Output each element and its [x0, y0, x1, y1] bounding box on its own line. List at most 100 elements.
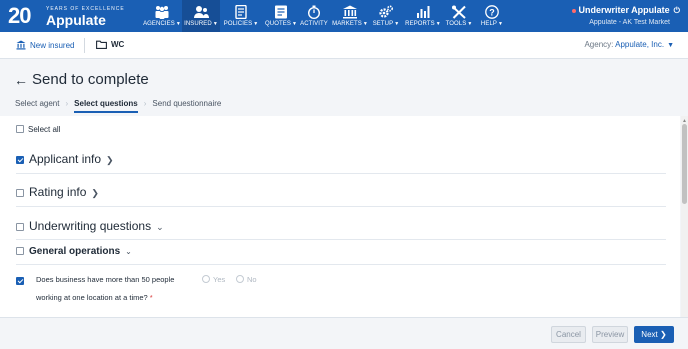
step-select-questions[interactable]: Select questions — [74, 99, 138, 113]
gear-icon — [379, 5, 394, 18]
next-button[interactable]: Next ❯ — [634, 326, 674, 343]
user-menu[interactable]: Underwriter Appulate ⏻ Appulate - AK Test… — [572, 5, 680, 28]
divider — [16, 264, 666, 265]
radio-circle — [202, 275, 210, 283]
select-all-label: Select all — [28, 125, 61, 134]
user-subtitle: Appulate - AK Test Market — [589, 19, 670, 26]
chevron-down-icon: ▼ — [467, 21, 473, 27]
section-applicant-info[interactable]: Applicant info ❯ — [16, 152, 114, 166]
question-line-1: Does business have more than 50 people — [36, 275, 175, 284]
required-marker: * — [149, 293, 153, 302]
radio-yes[interactable]: Yes — [202, 275, 225, 284]
new-insured-link[interactable]: New insured — [16, 40, 74, 50]
policy-label: WC — [111, 40, 125, 49]
radio-label: No — [247, 275, 257, 284]
help-icon: ? — [485, 5, 499, 19]
radio-no[interactable]: No — [236, 275, 257, 284]
quotes-icon — [275, 5, 287, 19]
nav-label: TOOLS — [445, 21, 467, 27]
applicant-info-checkbox[interactable] — [16, 156, 24, 164]
agencies-icon — [155, 6, 169, 19]
select-all[interactable]: Select all — [16, 125, 60, 134]
chevron-down-icon[interactable]: ⌄ — [125, 247, 132, 256]
chevron-down-icon[interactable]: ⌄ — [156, 222, 164, 232]
cancel-button[interactable]: Cancel — [551, 326, 586, 343]
underwriting-questions-checkbox[interactable] — [16, 223, 24, 231]
policy-folder[interactable]: WC — [96, 40, 124, 49]
step-select-agent[interactable]: Select agent — [15, 99, 59, 113]
back-arrow-icon[interactable]: ← — [14, 72, 28, 88]
markets-icon — [343, 5, 357, 19]
question-line-2: working at one location at a time? — [36, 293, 148, 302]
nav-label: POLICIES — [223, 21, 253, 27]
divider — [84, 38, 85, 53]
nav-label: MARKETS — [332, 21, 362, 27]
svg-text:?: ? — [489, 8, 495, 18]
activity-icon — [308, 5, 320, 19]
nav-quotes[interactable]: QUOTES▼ — [262, 0, 300, 32]
section-label: Rating info — [29, 185, 87, 199]
power-icon[interactable]: ⏻ — [674, 5, 680, 16]
nav-tools[interactable]: TOOLS▼ — [444, 0, 474, 32]
chevron-down-icon: ▼ — [253, 21, 259, 27]
divider — [16, 206, 666, 207]
chevron-down-icon: ▼ — [362, 21, 368, 27]
nav-policies[interactable]: POLICIES▼ — [222, 0, 260, 32]
rating-info-checkbox[interactable] — [16, 189, 24, 197]
chevron-down-icon: ▼ — [212, 21, 218, 27]
section-rating-info[interactable]: Rating info ❯ — [16, 185, 99, 199]
page-title: Send to complete — [32, 71, 149, 88]
nav-insured[interactable]: INSURED▼ — [182, 0, 220, 32]
nav-reports[interactable]: REPORTS▼ — [404, 0, 442, 32]
tools-icon — [452, 5, 466, 19]
next-label: Next — [641, 330, 658, 339]
nav-help[interactable]: ? HELP▼ — [478, 0, 506, 32]
general-operations-checkbox[interactable] — [16, 247, 24, 255]
radio-label: Yes — [213, 275, 226, 284]
nav-agencies[interactable]: AGENCIES▼ — [142, 0, 182, 32]
chevron-down-icon: ▼ — [291, 21, 297, 27]
page-header: ← Send to complete Select agent › Select q… — [0, 60, 688, 115]
notification-dot — [572, 8, 577, 13]
appulate-logo[interactable]: 20 YEARS OF EXCELLENCE Appulate — [8, 3, 138, 29]
new-insured-label: New insured — [30, 41, 75, 50]
divider — [16, 239, 666, 240]
top-navigation: 20 YEARS OF EXCELLENCE Appulate AGENCIES… — [0, 0, 688, 32]
chevron-right-icon: ❯ — [659, 330, 667, 339]
chevron-right-icon[interactable]: ❯ — [91, 188, 99, 198]
question-checkbox-wrap[interactable] — [16, 273, 24, 287]
chevron-down-icon: ▼ — [435, 21, 441, 27]
select-all-checkbox[interactable] — [16, 125, 24, 133]
nav-label: SETUP — [372, 21, 394, 27]
agency-selector[interactable]: Agency: Appulate, Inc. ▼ — [584, 40, 674, 49]
nav-label: AGENCIES — [143, 21, 175, 27]
agency-label: Agency: — [584, 40, 614, 49]
scrollbar[interactable]: ▲ — [681, 116, 688, 317]
section-label: Applicant info — [29, 152, 102, 166]
chevron-right-icon: › — [65, 99, 69, 108]
nav-setup[interactable]: SETUP▼ — [371, 0, 401, 32]
nav-label: INSURED — [184, 21, 212, 27]
nav-activity[interactable]: ACTIVITY — [300, 0, 328, 32]
preview-button[interactable]: Preview — [592, 326, 628, 343]
folder-icon — [96, 40, 107, 49]
divider — [16, 173, 666, 174]
context-bar: New insured WC Agency: Appulate, Inc. ▼ — [0, 32, 688, 59]
nav-label: HELP — [480, 21, 497, 27]
logo-years: 20 — [8, 3, 32, 28]
chevron-down-icon: ▼ — [498, 21, 504, 27]
step-send-questionnaire[interactable]: Send questionnaire — [152, 99, 221, 113]
subsection-label: General operations — [29, 246, 121, 257]
nav-label: QUOTES — [265, 21, 291, 27]
question-checkbox[interactable] — [16, 277, 24, 285]
nav-label: ACTIVITY — [300, 21, 328, 27]
chevron-right-icon: › — [143, 99, 147, 108]
section-underwriting-questions[interactable]: Underwriting questions ⌄ — [16, 219, 164, 233]
scrollbar-thumb[interactable] — [682, 124, 687, 204]
bank-icon — [16, 40, 26, 50]
chevron-right-icon[interactable]: ❯ — [106, 155, 114, 165]
nav-markets[interactable]: MARKETS▼ — [330, 0, 370, 32]
chevron-down-icon: ▼ — [175, 21, 181, 27]
subsection-general-operations[interactable]: General operations ⌄ — [16, 246, 132, 257]
footer-actions: Cancel Preview Next ❯ — [0, 317, 688, 349]
